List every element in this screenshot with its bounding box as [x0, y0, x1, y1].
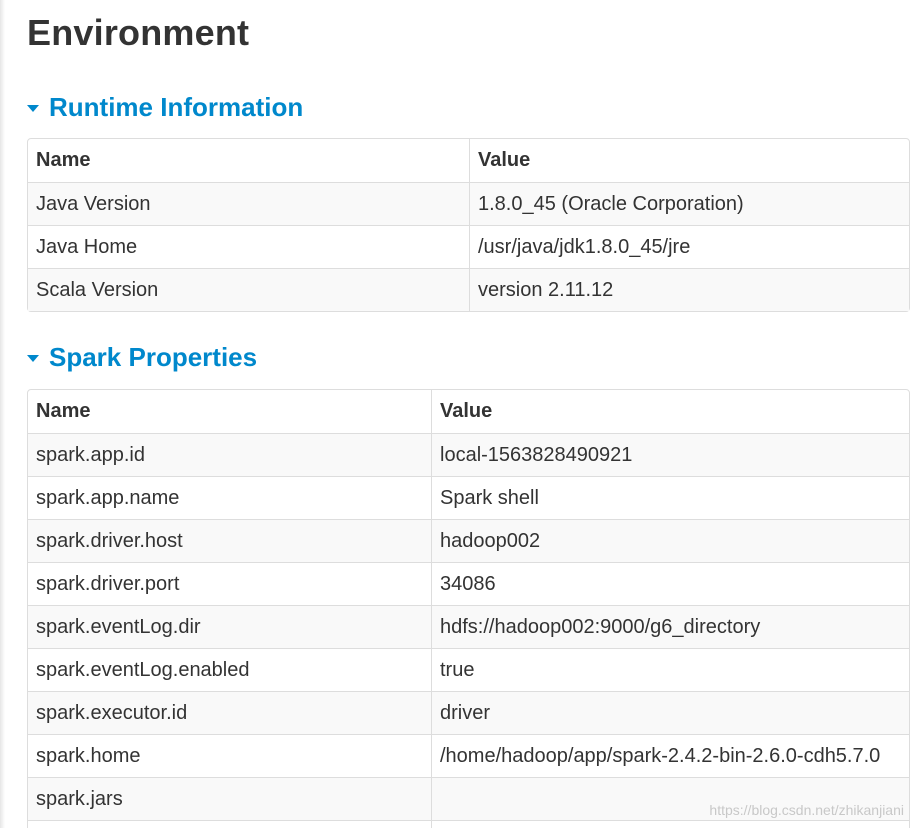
- cell-value: /home/hadoop/app/spark-2.4.2-bin-2.6.0-c…: [431, 734, 909, 777]
- table-row: spark.driver.port 34086: [28, 562, 909, 605]
- table-row: Scala Version version 2.11.12: [28, 268, 909, 311]
- table-row: spark.app.name Spark shell: [28, 476, 909, 519]
- table-row: spark.app.id local-1563828490921: [28, 433, 909, 476]
- page: Environment Runtime Information Name Val…: [0, 0, 914, 828]
- cell-value: driver: [431, 691, 909, 734]
- runtime-information-toggle[interactable]: Runtime Information: [27, 92, 303, 123]
- spark-properties-toggle[interactable]: Spark Properties: [27, 342, 257, 373]
- caret-down-icon: [27, 105, 39, 112]
- cell-value: 1.8.0_45 (Oracle Corporation): [469, 182, 909, 225]
- spark-properties-title: Spark Properties: [49, 342, 258, 372]
- watermark-text: https://blog.csdn.net/zhikanjiani: [709, 802, 904, 818]
- cell-name: spark.executor.id: [28, 691, 431, 734]
- table-header-row: Name Value: [28, 139, 909, 182]
- cell-name: spark.home: [28, 734, 431, 777]
- cell-name: Java Version: [28, 182, 469, 225]
- left-edge-shadow: [0, 0, 5, 828]
- caret-down-icon: [27, 355, 39, 362]
- cell-value: hdfs://hadoop002:9000/g6_directory: [431, 605, 909, 648]
- page-title: Environment: [27, 12, 250, 53]
- cell-value: Spark shell: [431, 476, 909, 519]
- cell-name: spark.app.name: [28, 476, 431, 519]
- column-header-name[interactable]: Name: [28, 390, 431, 433]
- cell-name: spark.jars: [28, 777, 431, 820]
- cell-name: Java Home: [28, 225, 469, 268]
- table-row: spark.home /home/hadoop/app/spark-2.4.2-…: [28, 734, 909, 777]
- table-header-row: Name Value: [28, 390, 909, 433]
- cell-name: Scala Version: [28, 268, 469, 311]
- table-row: spark.eventLog.enabled true: [28, 648, 909, 691]
- cell-value: version 2.11.12: [469, 268, 909, 311]
- column-header-value[interactable]: Value: [469, 139, 909, 182]
- table-row: Java Home /usr/java/jdk1.8.0_45/jre: [28, 225, 909, 268]
- cell-name: spark.eventLog.enabled: [28, 648, 431, 691]
- table-row: spark.executor.id driver: [28, 691, 909, 734]
- cell-name: spark.driver.port: [28, 562, 431, 605]
- runtime-information-title: Runtime Information: [49, 92, 304, 122]
- table-row: spark.driver.host hadoop002: [28, 519, 909, 562]
- cell-name: [28, 820, 431, 828]
- cell-value: hadoop002: [431, 519, 909, 562]
- runtime-information-table: Name Value Java Version 1.8.0_45 (Oracle…: [27, 138, 910, 312]
- cell-name: spark.eventLog.dir: [28, 605, 431, 648]
- cell-value: 34086: [431, 562, 909, 605]
- cell-value: /usr/java/jdk1.8.0_45/jre: [469, 225, 909, 268]
- column-header-name[interactable]: Name: [28, 139, 469, 182]
- table-row: spark.eventLog.dir hdfs://hadoop002:9000…: [28, 605, 909, 648]
- table-row: [28, 820, 909, 828]
- cell-value: [431, 820, 909, 828]
- table-row: Java Version 1.8.0_45 (Oracle Corporatio…: [28, 182, 909, 225]
- cell-value: local-1563828490921: [431, 433, 909, 476]
- column-header-value[interactable]: Value: [431, 390, 909, 433]
- spark-properties-table: Name Value spark.app.id local-1563828490…: [27, 389, 910, 828]
- cell-name: spark.driver.host: [28, 519, 431, 562]
- cell-name: spark.app.id: [28, 433, 431, 476]
- cell-value: true: [431, 648, 909, 691]
